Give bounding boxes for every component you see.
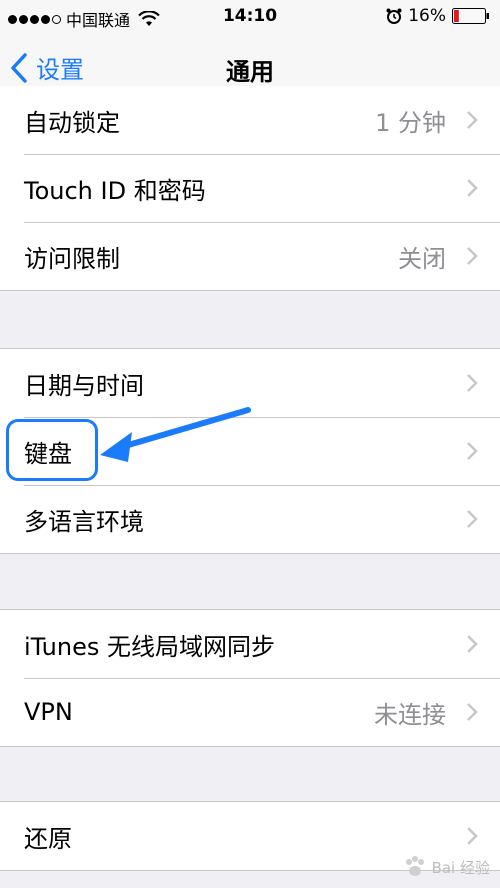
row-vpn[interactable]: VPN 未连接 bbox=[0, 678, 500, 746]
battery-percent: 16% bbox=[408, 6, 446, 26]
row-label: iTunes 无线局域网同步 bbox=[24, 632, 276, 661]
highlight-box bbox=[6, 419, 98, 481]
chevron-right-icon bbox=[467, 179, 478, 197]
row-touch-id-passcode[interactable]: Touch ID 和密码 bbox=[0, 154, 500, 222]
row-label: 自动锁定 bbox=[24, 108, 120, 137]
battery-icon bbox=[452, 8, 489, 24]
row-label: VPN bbox=[24, 698, 73, 726]
row-date-time[interactable]: 日期与时间 bbox=[0, 349, 500, 417]
row-value: 未连接 bbox=[374, 700, 446, 729]
chevron-right-icon bbox=[467, 510, 478, 528]
paw-icon bbox=[405, 856, 424, 876]
row-label: 还原 bbox=[24, 824, 72, 853]
status-bar: 中国联通 14:10 16% bbox=[0, 0, 500, 34]
row-label: 日期与时间 bbox=[24, 371, 144, 400]
settings-group-sync: iTunes 无线局域网同步 VPN 未连接 bbox=[0, 609, 500, 747]
chevron-right-icon bbox=[467, 827, 478, 845]
row-label: 多语言环境 bbox=[24, 507, 144, 536]
row-label: 访问限制 bbox=[24, 244, 120, 273]
row-auto-lock[interactable]: 自动锁定 1 分钟 bbox=[0, 86, 500, 154]
chevron-right-icon bbox=[467, 442, 478, 460]
watermark: Bai 经验 bbox=[402, 854, 490, 880]
chevron-right-icon bbox=[467, 635, 478, 653]
row-itunes-wifi-sync[interactable]: iTunes 无线局域网同步 bbox=[0, 610, 500, 678]
chevron-right-icon bbox=[467, 703, 478, 721]
alarm-icon bbox=[386, 8, 402, 24]
row-value: 关闭 bbox=[398, 244, 446, 273]
page-title: 通用 bbox=[226, 58, 274, 86]
watermark-text: Bai 经验 bbox=[431, 858, 490, 877]
chevron-right-icon bbox=[467, 111, 478, 129]
status-right: 16% bbox=[386, 6, 490, 26]
row-label: Touch ID 和密码 bbox=[24, 176, 206, 205]
chevron-right-icon bbox=[467, 247, 478, 265]
settings-group-lock: 自动锁定 1 分钟 Touch ID 和密码 访问限制 关闭 bbox=[0, 86, 500, 291]
row-restrictions[interactable]: 访问限制 关闭 bbox=[0, 222, 500, 290]
chevron-right-icon bbox=[467, 374, 478, 392]
row-language-region[interactable]: 多语言环境 bbox=[0, 485, 500, 553]
row-value: 1 分钟 bbox=[375, 108, 446, 137]
